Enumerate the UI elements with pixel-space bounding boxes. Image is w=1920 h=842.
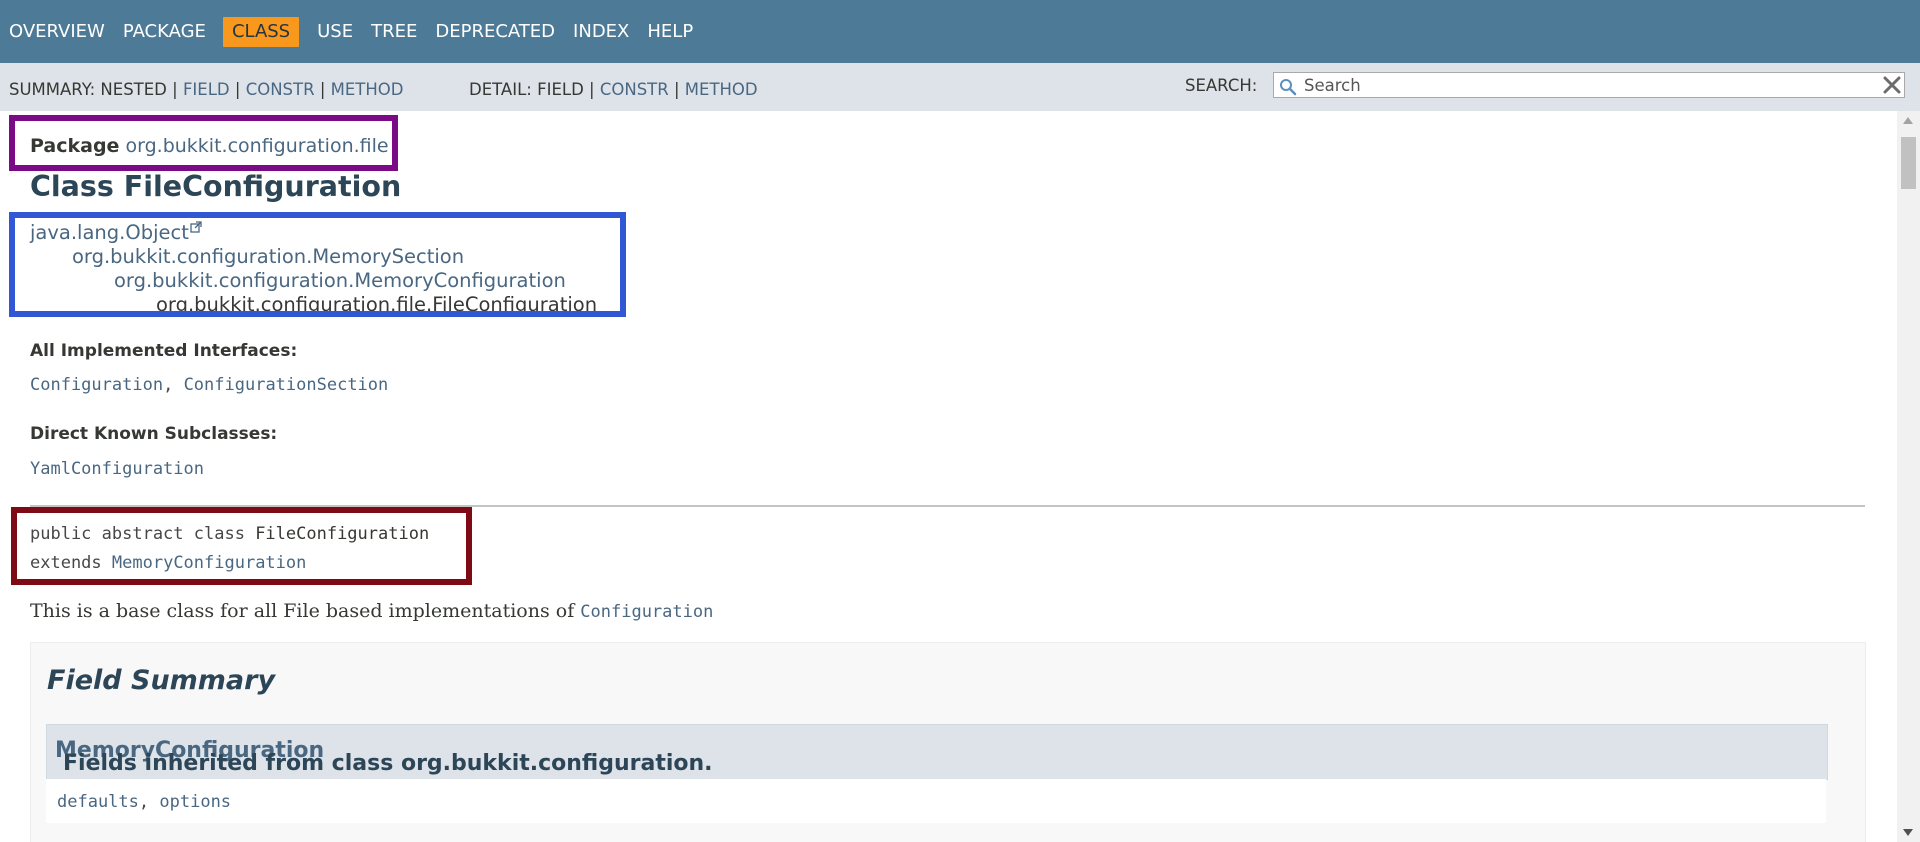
page-title: Class FileConfiguration xyxy=(30,170,402,203)
field-summary-section: Field Summary Fields inherited from clas… xyxy=(30,642,1866,842)
inheritance-link-memorysection[interactable]: org.bukkit.configuration.MemorySection xyxy=(72,245,464,268)
class-content: Package org.bukkit.configuration.file Cl… xyxy=(0,111,1900,842)
inherited-fields-list: defaults, options xyxy=(57,792,231,812)
summary-label: SUMMARY: xyxy=(9,80,96,99)
scroll-down-arrow-icon[interactable] xyxy=(1903,829,1913,836)
divider xyxy=(30,505,1865,507)
class-description: This is a base class for all File based … xyxy=(30,600,713,622)
package-link[interactable]: org.bukkit.configuration.file xyxy=(126,135,389,157)
search-icon xyxy=(1280,79,1297,96)
scrollbar-thumb[interactable] xyxy=(1901,137,1916,189)
interface-link-configurationsection[interactable]: ConfigurationSection xyxy=(184,375,389,395)
separator: , xyxy=(163,375,174,395)
implemented-interfaces-list: Configuration, ConfigurationSection xyxy=(30,375,388,395)
nav-tree[interactable]: TREE xyxy=(371,19,417,45)
separator: , xyxy=(138,792,150,812)
nav-help[interactable]: HELP xyxy=(647,19,693,45)
detail-method-link[interactable]: METHOD xyxy=(685,80,758,99)
summary-nested: NESTED xyxy=(100,80,167,99)
class-signature-line-2: extends MemoryConfiguration xyxy=(30,553,306,573)
detail-field: FIELD xyxy=(537,80,584,99)
nav-deprecated[interactable]: DEPRECATED xyxy=(435,19,555,45)
top-nav-list: OVERVIEW PACKAGE CLASS USE TREE DEPRECAT… xyxy=(9,17,711,47)
search-box[interactable] xyxy=(1273,72,1905,98)
external-link-icon xyxy=(190,221,202,233)
inheritance-level-1: java.lang.Object xyxy=(30,221,202,244)
separator: | xyxy=(234,80,241,99)
detail-constr-link[interactable]: CONSTR xyxy=(600,80,669,99)
inheritance-link-memoryconfiguration[interactable]: org.bukkit.configuration.MemoryConfigura… xyxy=(114,269,566,292)
signature-modifiers: public abstract class xyxy=(30,524,245,544)
summary-constr-link[interactable]: CONSTR xyxy=(246,80,315,99)
separator: | xyxy=(589,80,595,99)
inheritance-level-2: org.bukkit.configuration.MemorySection xyxy=(72,245,464,268)
implemented-interfaces-heading: All Implemented Interfaces: xyxy=(30,341,298,361)
interface-link-configuration[interactable]: Configuration xyxy=(30,375,163,395)
scroll-up-arrow-icon[interactable] xyxy=(1903,117,1913,124)
highlight-box-signature xyxy=(11,507,472,585)
nav-package[interactable]: PACKAGE xyxy=(123,19,206,45)
summary-method-link[interactable]: METHOD xyxy=(331,80,404,99)
inheritance-level-4: org.bukkit.configuration.file.FileConfig… xyxy=(156,293,597,316)
detail-links: DETAIL: FIELD | CONSTR | METHOD xyxy=(469,80,758,99)
detail-label: DETAIL: xyxy=(469,80,532,99)
close-icon[interactable] xyxy=(1882,75,1902,95)
field-link-options[interactable]: options xyxy=(159,792,231,812)
class-signature-line-1: public abstract class FileConfiguration xyxy=(30,524,429,544)
separator: | xyxy=(319,80,326,99)
nav-overview[interactable]: OVERVIEW xyxy=(9,19,105,45)
inherited-fields-prefix: Fields inherited from class org.bukkit.c… xyxy=(63,751,713,776)
signature-extends-keyword: extends xyxy=(30,553,102,573)
field-link-defaults[interactable]: defaults xyxy=(57,792,139,812)
vertical-scrollbar[interactable] xyxy=(1897,111,1920,842)
separator: | xyxy=(172,80,178,99)
inherited-fields-header: Fields inherited from class org.bukkit.c… xyxy=(46,724,1828,780)
subclass-link-yamlconfiguration[interactable]: YamlConfiguration xyxy=(30,459,204,479)
package-label: Package org.bukkit.configuration.file xyxy=(30,135,389,157)
inheritance-link-object[interactable]: java.lang.Object xyxy=(30,221,189,244)
inheritance-level-3: org.bukkit.configuration.MemoryConfigura… xyxy=(114,269,566,292)
signature-class-name: FileConfiguration xyxy=(255,524,430,544)
sub-navigation-bar: SUMMARY: NESTED | FIELD | CONSTR | METHO… xyxy=(0,63,1920,111)
description-text: This is a base class for all File based … xyxy=(30,600,575,622)
search-label: SEARCH: xyxy=(1185,76,1258,95)
signature-extends-link[interactable]: MemoryConfiguration xyxy=(112,553,306,573)
nav-class-active: CLASS xyxy=(222,17,300,47)
top-navigation-bar: OVERVIEW PACKAGE CLASS USE TREE DEPRECAT… xyxy=(0,0,1920,63)
separator: | xyxy=(673,80,680,99)
field-summary-title: Field Summary xyxy=(47,665,276,696)
nav-use[interactable]: USE xyxy=(317,19,353,45)
inherited-fields-row: defaults, options xyxy=(46,779,1826,823)
summary-field-link[interactable]: FIELD xyxy=(183,80,230,99)
search-input[interactable] xyxy=(1304,75,1864,95)
known-subclasses-list: YamlConfiguration xyxy=(30,459,204,479)
nav-index[interactable]: INDEX xyxy=(573,19,629,45)
known-subclasses-heading: Direct Known Subclasses: xyxy=(30,424,278,444)
inheritance-current-class: org.bukkit.configuration.file.FileConfig… xyxy=(156,293,598,316)
summary-links: SUMMARY: NESTED | FIELD | CONSTR | METHO… xyxy=(9,80,403,99)
package-keyword: Package xyxy=(30,135,120,157)
inherited-fields-heading: Fields inherited from class org.bukkit.c… xyxy=(55,738,713,776)
description-configuration-link[interactable]: Configuration xyxy=(580,602,713,622)
